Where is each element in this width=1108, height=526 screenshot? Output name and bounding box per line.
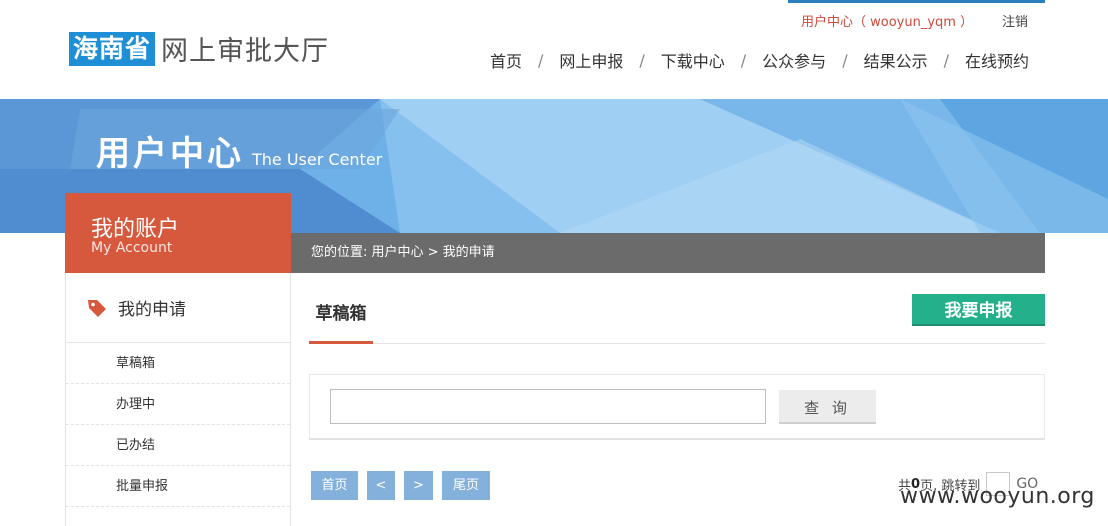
user-center-link[interactable]: 用户中心（ wooyun_yqm ）	[801, 11, 973, 30]
sidebar: 我的申请 草稿箱 办理中 已办结 批量申报	[65, 273, 291, 526]
pagination: 首页 < > 尾页	[311, 471, 499, 500]
nav-booking[interactable]: 在线预约	[965, 48, 1029, 72]
logo-province: 海南省	[69, 31, 156, 66]
logo-title: 网上审批大厅	[161, 36, 330, 67]
tab-drafts[interactable]: 草稿箱	[309, 294, 373, 344]
nav-results[interactable]: 结果公示	[864, 48, 928, 72]
my-account-box: 我的账户 My Account	[65, 193, 291, 273]
sidebar-item-batch-apply[interactable]: 批量申报	[66, 466, 290, 507]
search-button[interactable]: 查 询	[779, 390, 876, 424]
apply-button[interactable]: 我要申报	[912, 294, 1045, 326]
sidebar-section-label: 我的申请	[118, 300, 186, 320]
pager-next-button[interactable]: >	[404, 471, 433, 500]
breadcrumb: 您的位置: 用户中心 > 我的申请	[291, 233, 1045, 273]
banner-title: 用户中心 The User Center	[96, 126, 382, 175]
watermark: www.wooyun.org	[900, 484, 1095, 509]
sidebar-section-my-applications[interactable]: 我的申请	[66, 273, 290, 343]
nav-separator: /	[537, 50, 544, 70]
tag-icon	[88, 299, 106, 317]
pager-last-button[interactable]: 尾页	[442, 471, 490, 500]
banner-title-en: The User Center	[252, 150, 383, 169]
main-nav: 首页 / 网上申报 / 下载中心 / 公众参与 / 结果公示 / 在线预约	[490, 48, 1029, 72]
nav-downloads[interactable]: 下载中心	[661, 48, 725, 72]
nav-online-apply[interactable]: 网上申报	[559, 48, 623, 72]
tab-bar: 草稿箱 我要申报	[309, 294, 1045, 344]
logout-link[interactable]: 注销	[1002, 11, 1028, 30]
nav-public-participation[interactable]: 公众参与	[762, 48, 826, 72]
sidebar-item-drafts[interactable]: 草稿箱	[66, 343, 290, 384]
banner-title-cn: 用户中心	[96, 134, 244, 174]
nav-separator: /	[740, 50, 747, 70]
site-logo[interactable]: 海南省 网上审批大厅	[69, 31, 330, 67]
search-input[interactable]	[330, 389, 766, 424]
sidebar-item-completed[interactable]: 已办结	[66, 425, 290, 466]
account-title-cn: 我的账户	[91, 217, 180, 242]
nav-separator: /	[639, 50, 645, 70]
pager-prev-button[interactable]: <	[367, 471, 395, 500]
nav-separator: /	[842, 50, 848, 70]
account-title-en: My Account	[91, 240, 173, 256]
nav-separator: /	[943, 50, 949, 70]
pager-first-button[interactable]: 首页	[311, 471, 358, 500]
nav-home[interactable]: 首页	[490, 48, 522, 72]
page: 海南省 网上审批大厅 用户中心（ wooyun_yqm ） 注销 首页 / 网上…	[0, 0, 1108, 526]
search-panel: 查 询	[309, 374, 1045, 440]
sidebar-item-processing[interactable]: 办理中	[66, 384, 290, 425]
user-bar: 用户中心（ wooyun_yqm ） 注销	[788, 0, 1045, 34]
